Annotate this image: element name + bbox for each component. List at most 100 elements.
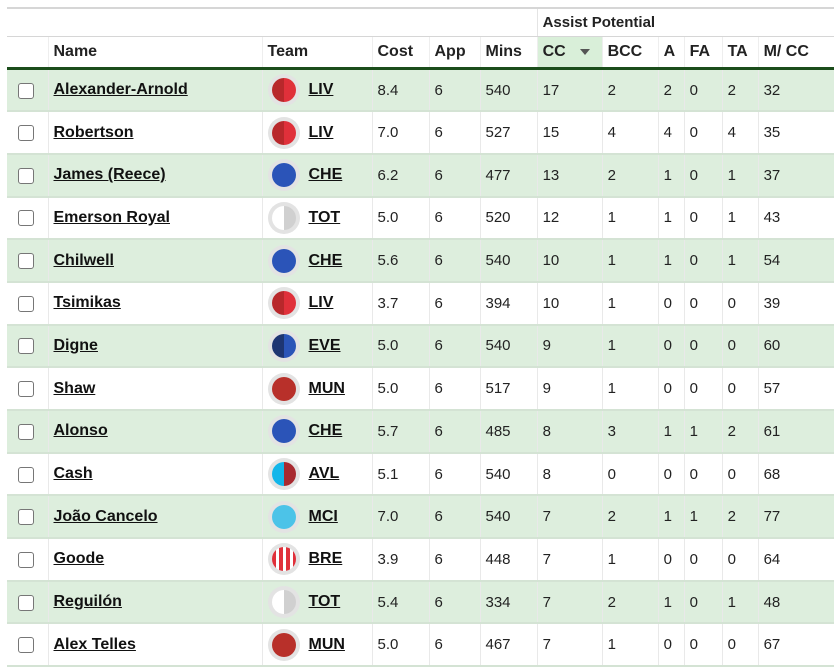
row-select-cell — [7, 68, 48, 113]
team-cell: TOT — [261, 196, 372, 241]
row-checkbox[interactable] — [18, 509, 34, 526]
table-row: Tsimikas LIV 3.7 6 394 10 1 0 0 0 39 — [7, 281, 834, 326]
team-cell: MUN — [261, 623, 372, 667]
column-header-team[interactable]: Team — [261, 36, 372, 70]
a-cell: 1 — [657, 153, 685, 198]
table-row: Alex Telles MUN 5.0 6 467 7 1 0 0 0 67 — [7, 623, 834, 667]
player-name-link[interactable]: Emerson Royal — [54, 209, 170, 226]
player-name-link[interactable]: Alex Telles — [54, 636, 136, 653]
fa-cell: 1 — [683, 495, 723, 540]
player-stats-table-container: Assist Potential Name Team Cost App Mins… — [7, 7, 834, 667]
team-link[interactable]: MCI — [309, 508, 338, 526]
player-name-link[interactable]: Tsimikas — [54, 294, 121, 311]
cost-cell: 8.4 — [371, 68, 429, 113]
column-header-fa[interactable]: FA — [683, 36, 723, 70]
row-checkbox[interactable] — [18, 82, 34, 99]
ta-cell: 0 — [721, 281, 759, 326]
row-select-cell — [7, 324, 48, 369]
ta-cell: 1 — [721, 153, 759, 198]
cost-cell: 5.0 — [371, 324, 429, 369]
a-cell: 1 — [657, 239, 685, 283]
team-link[interactable]: MUN — [309, 380, 345, 398]
row-checkbox[interactable] — [18, 125, 34, 142]
column-header-bcc[interactable]: BCC — [601, 36, 659, 70]
player-name-link[interactable]: Shaw — [54, 380, 96, 397]
mins-cell: 448 — [479, 538, 538, 582]
team-link[interactable]: AVL — [309, 465, 340, 483]
column-header-cost[interactable]: Cost — [371, 36, 429, 70]
team-link[interactable]: BRE — [309, 550, 343, 568]
mins-cell: 540 — [479, 68, 538, 113]
ta-cell: 2 — [721, 68, 759, 113]
ta-cell: 0 — [721, 452, 759, 497]
player-name-link[interactable]: Chilwell — [54, 252, 114, 269]
ta-cell: 1 — [721, 196, 759, 241]
team-link[interactable]: TOT — [309, 209, 341, 227]
team-link[interactable]: CHE — [309, 166, 343, 184]
row-checkbox[interactable] — [18, 167, 34, 184]
mins-cell: 520 — [479, 196, 538, 241]
team-kit-icon — [267, 586, 300, 619]
mcc-cell: 64 — [757, 538, 834, 582]
team-link[interactable]: LIV — [309, 124, 334, 142]
row-checkbox[interactable] — [18, 466, 34, 483]
player-name-link[interactable]: Cash — [54, 465, 93, 482]
column-header-a[interactable]: A — [657, 36, 685, 70]
team-link[interactable]: TOT — [309, 593, 341, 611]
a-cell: 0 — [657, 538, 685, 582]
row-checkbox[interactable] — [18, 423, 34, 440]
group-header-spacer — [7, 9, 538, 37]
app-cell: 6 — [428, 623, 480, 667]
player-name-link[interactable]: Reguilón — [54, 593, 122, 610]
team-link[interactable]: LIV — [309, 294, 334, 312]
player-name-link[interactable]: Alonso — [54, 422, 108, 439]
fa-cell: 0 — [683, 324, 723, 369]
cc-cell: 7 — [536, 495, 603, 540]
column-header-mcc[interactable]: M/ CC — [757, 36, 834, 70]
cc-cell: 9 — [536, 324, 603, 369]
column-header-mins[interactable]: Mins — [479, 36, 538, 70]
bcc-cell: 1 — [601, 538, 659, 582]
player-name-link[interactable]: Robertson — [54, 124, 134, 141]
cc-cell: 17 — [536, 68, 603, 113]
team-link[interactable]: MUN — [309, 636, 345, 654]
team-link[interactable]: EVE — [309, 337, 341, 355]
bcc-cell: 3 — [601, 410, 659, 454]
team-link[interactable]: CHE — [309, 252, 343, 270]
player-name-cell: Chilwell — [47, 239, 262, 283]
cc-cell: 13 — [536, 153, 603, 198]
row-checkbox[interactable] — [18, 253, 34, 270]
team-link[interactable]: LIV — [309, 81, 334, 99]
row-checkbox[interactable] — [18, 594, 34, 611]
row-select-cell — [7, 153, 48, 198]
app-cell: 6 — [428, 495, 480, 540]
bcc-cell: 2 — [601, 153, 659, 198]
player-name-link[interactable]: João Cancelo — [54, 508, 158, 525]
mins-cell: 467 — [479, 623, 538, 667]
column-header-ta[interactable]: TA — [721, 36, 759, 70]
team-cell-content: CHE — [267, 244, 372, 277]
column-header-cc[interactable]: CC — [536, 36, 603, 70]
mcc-cell: 43 — [757, 196, 834, 241]
app-cell: 6 — [428, 538, 480, 582]
column-header-name[interactable]: Name — [47, 36, 262, 70]
player-name-link[interactable]: Digne — [54, 337, 98, 354]
mins-cell: 540 — [479, 324, 538, 369]
row-checkbox[interactable] — [18, 295, 34, 312]
player-name-link[interactable]: James (Reece) — [54, 166, 166, 183]
row-checkbox[interactable] — [18, 551, 34, 568]
app-cell: 6 — [428, 324, 480, 369]
player-name-link[interactable]: Goode — [54, 550, 105, 567]
player-name-link[interactable]: Alexander-Arnold — [54, 81, 188, 98]
table-row: João Cancelo MCI 7.0 6 540 7 2 1 1 2 77 — [7, 495, 834, 540]
team-cell-content: LIV — [267, 74, 372, 107]
row-checkbox[interactable] — [18, 637, 34, 654]
column-header-app[interactable]: App — [428, 36, 480, 70]
row-select-cell — [7, 538, 48, 582]
row-checkbox[interactable] — [18, 338, 34, 355]
row-checkbox[interactable] — [18, 210, 34, 227]
team-kit-icon — [267, 244, 300, 277]
team-link[interactable]: CHE — [309, 422, 343, 440]
a-cell: 2 — [657, 68, 685, 113]
row-checkbox[interactable] — [18, 381, 34, 398]
